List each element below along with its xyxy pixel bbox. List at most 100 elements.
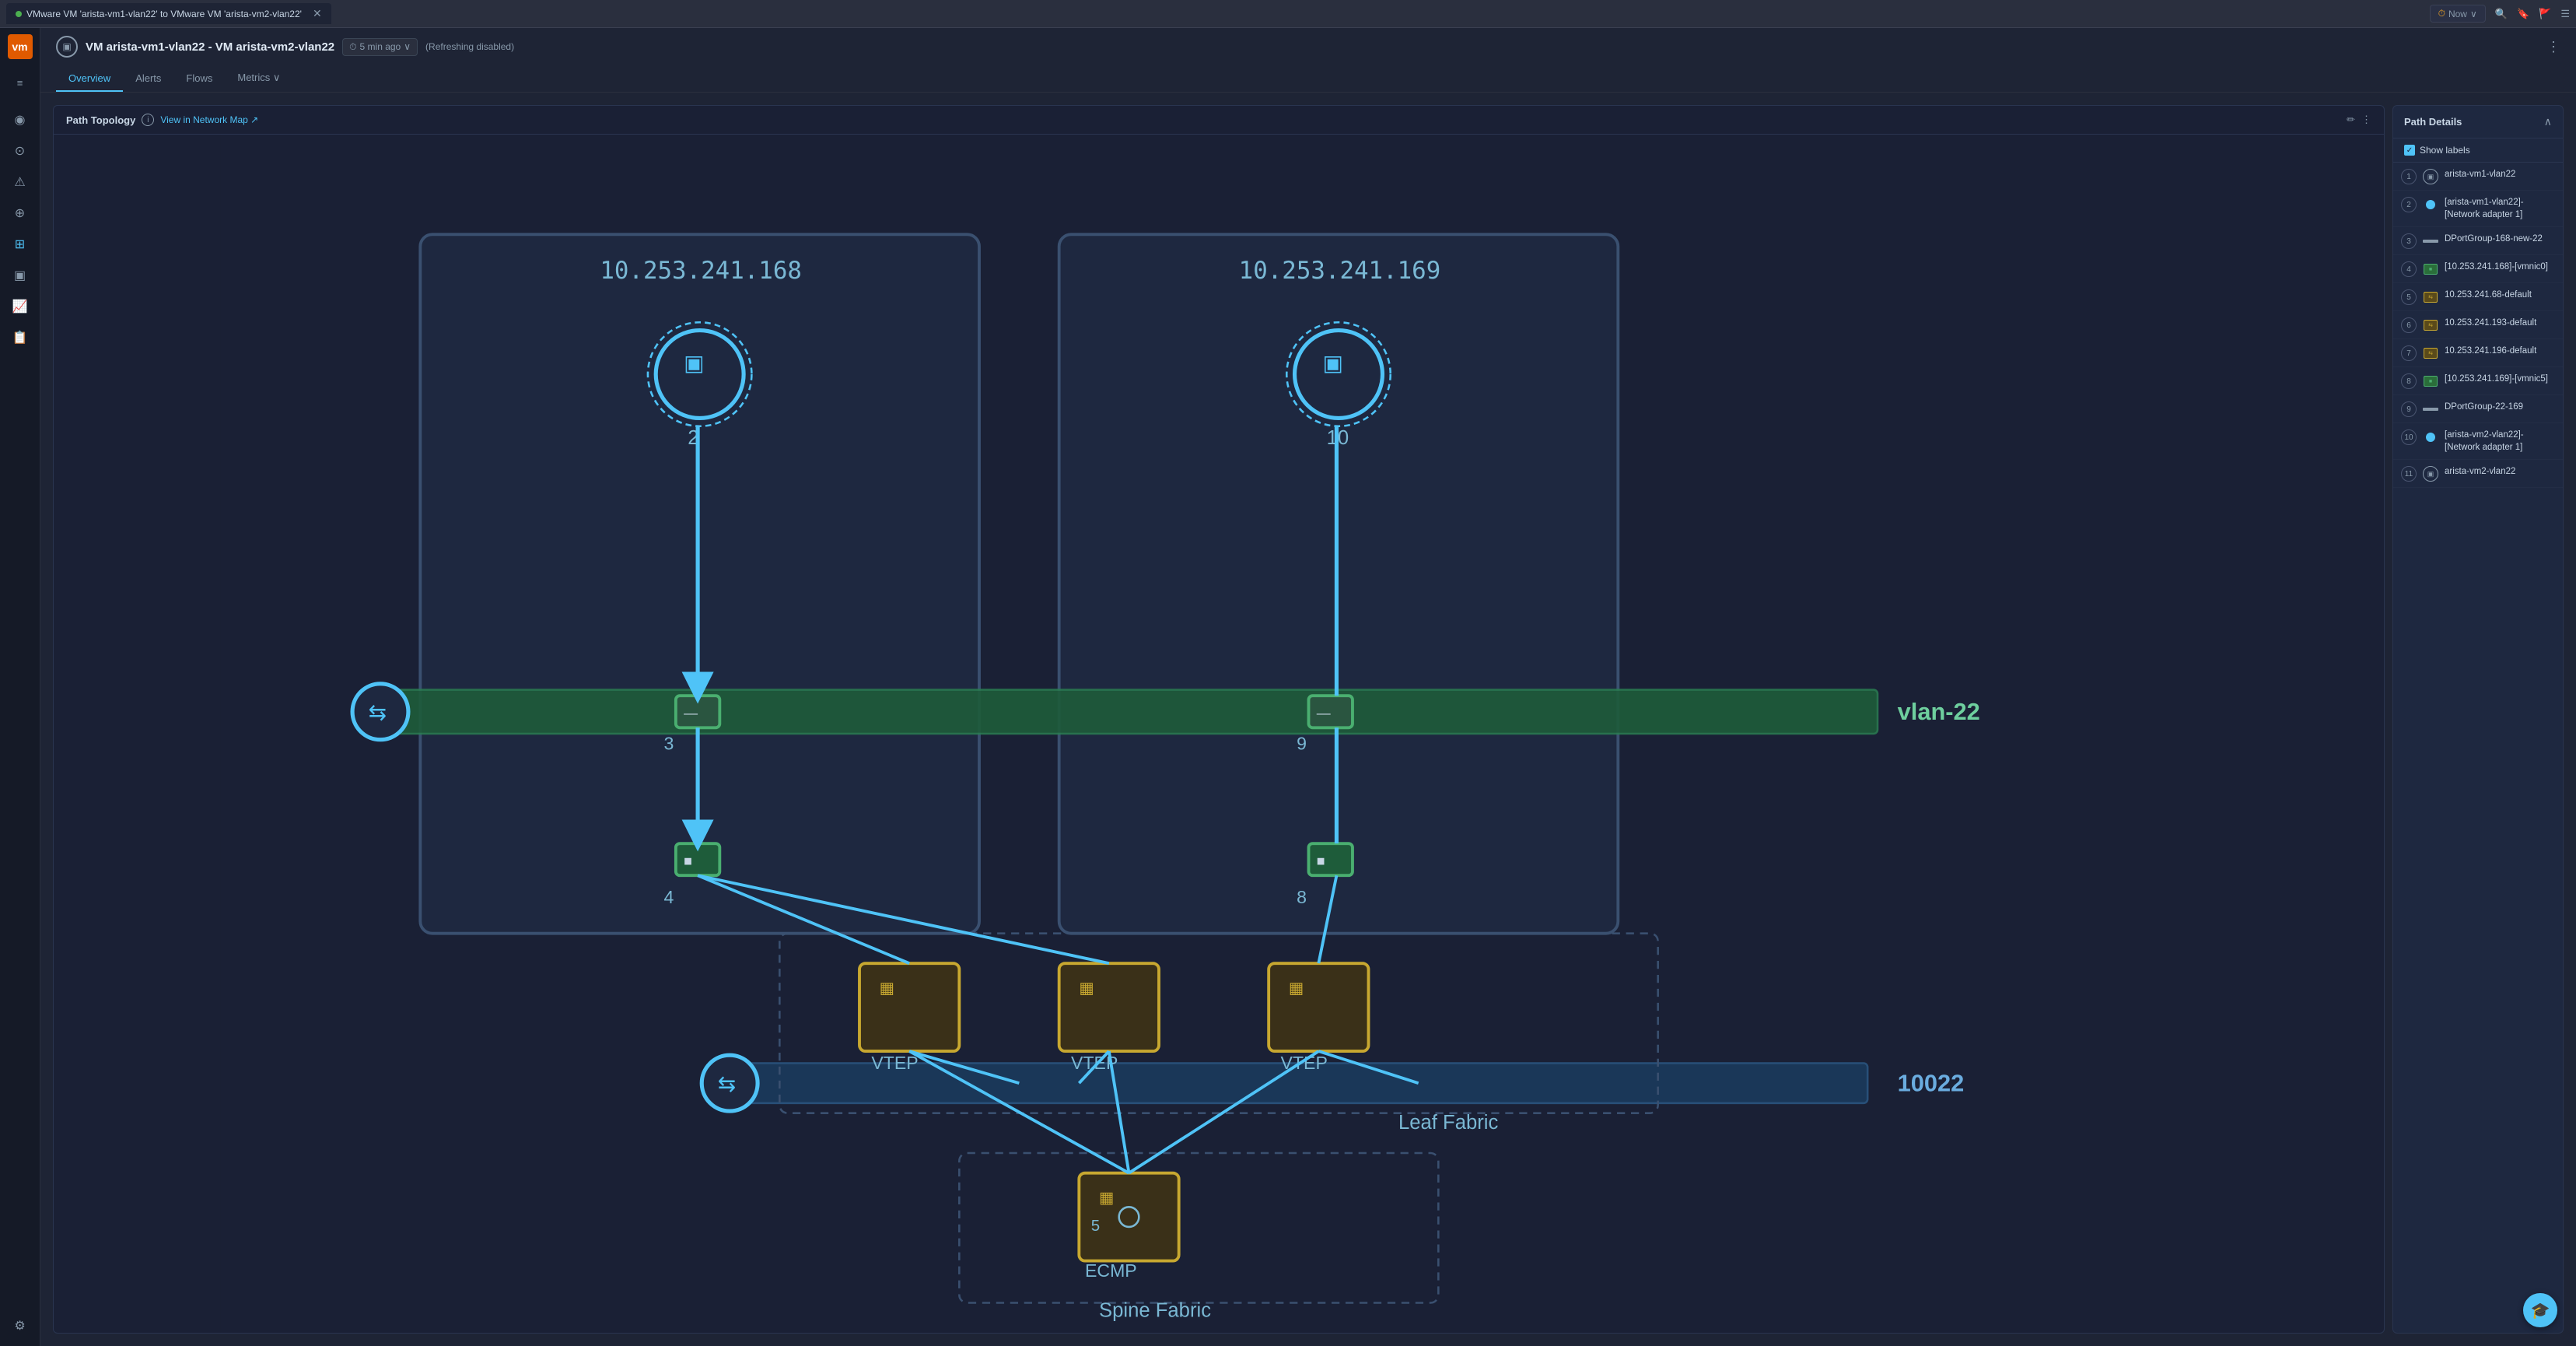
svg-text:Leaf Fabric: Leaf Fabric xyxy=(1398,1112,1499,1134)
path-item[interactable]: 4 ■ [10.253.241.168]-[vmnic0] xyxy=(2393,255,2563,283)
switch-icon: ⇆ xyxy=(2423,317,2438,333)
time-badge[interactable]: ⏱ 5 min ago ∨ xyxy=(342,38,418,56)
menu-icon[interactable]: ☰ xyxy=(2560,8,2570,20)
path-item[interactable]: 9 DPortGroup-22-169 xyxy=(2393,395,2563,423)
svg-text:▦: ▦ xyxy=(1099,1189,1114,1207)
sidebar-item-virtual[interactable]: ▣ xyxy=(6,261,34,289)
switch-icon: ⇆ xyxy=(2423,345,2438,361)
svg-text:10.253.241.168: 10.253.241.168 xyxy=(600,257,802,285)
path-item-number: 9 xyxy=(2401,401,2417,417)
svg-text:■: ■ xyxy=(1317,853,1325,868)
path-item[interactable]: 11 ▣ arista-vm2-vlan22 xyxy=(2393,460,2563,488)
path-item[interactable]: 10 [arista-vm2-vlan22]-[Network adapter … xyxy=(2393,423,2563,460)
path-item[interactable]: 8 ■ [10.253.241.169]-[vmnic5] xyxy=(2393,367,2563,395)
vmnic-icon: ■ xyxy=(2423,261,2438,277)
sidebar-item-alerts[interactable]: ⊙ xyxy=(6,137,34,165)
path-item-label: [arista-vm1-vlan22]-[Network adapter 1] xyxy=(2445,196,2555,221)
header-more-button[interactable]: ⋮ xyxy=(2546,39,2560,55)
path-item-label: [arista-vm2-vlan22]-[Network adapter 1] xyxy=(2445,429,2555,454)
sidebar-item-analytics[interactable]: 📈 xyxy=(6,293,34,321)
svg-text:ECMP: ECMP xyxy=(1085,1260,1137,1281)
svg-text:vlan-22: vlan-22 xyxy=(1898,698,1980,725)
path-item-label: arista-vm1-vlan22 xyxy=(2445,168,2515,181)
tab-status-dot xyxy=(16,11,22,17)
sidebar-item-network[interactable]: ⊕ xyxy=(6,199,34,227)
path-item-number: 10 xyxy=(2401,429,2417,445)
path-details-header: Path Details ∧ xyxy=(2393,106,2563,138)
panel-header: Path Topology i View in Network Map ↗ ✏ … xyxy=(54,106,2384,135)
sidebar-item-dashboard[interactable]: ◉ xyxy=(6,106,34,134)
svg-text:▣: ▣ xyxy=(684,350,705,375)
alert-icon: ⏱ xyxy=(2438,8,2445,19)
svg-text:5: 5 xyxy=(1091,1217,1100,1235)
path-details-title: Path Details xyxy=(2404,116,2462,128)
path-item[interactable]: 1 ▣ arista-vm1-vlan22 xyxy=(2393,163,2563,191)
svg-text:—: — xyxy=(684,705,698,720)
tab-overview[interactable]: Overview xyxy=(56,65,123,92)
collapse-button[interactable]: ∧ xyxy=(2544,115,2552,128)
tab-close-button[interactable]: ✕ xyxy=(313,7,322,20)
tab-label: VMware VM 'arista-vm1-vlan22' to VMware … xyxy=(26,9,302,19)
port-group-icon xyxy=(2423,233,2438,249)
panel-actions: ✏ ⋮ xyxy=(2347,114,2371,126)
svg-text:—: — xyxy=(1317,705,1331,720)
path-item-number: 7 xyxy=(2401,345,2417,361)
sidebar-item-topology[interactable]: ⊞ xyxy=(6,230,34,258)
svg-text:▦: ▦ xyxy=(1289,980,1304,997)
svg-text:8: 8 xyxy=(1297,887,1307,907)
path-item-label: 10.253.241.196-default xyxy=(2445,345,2536,357)
sidebar-item-reports[interactable]: 📋 xyxy=(6,324,34,352)
flag-icon[interactable]: 🚩 xyxy=(2539,8,2551,20)
page-header: ▣ VM arista-vm1-vlan22 - VM arista-vm2-v… xyxy=(40,28,2576,93)
vm-icon: ▣ xyxy=(2423,169,2438,184)
path-item-number: 8 xyxy=(2401,373,2417,389)
path-item[interactable]: 3 DPortGroup-168-new-22 xyxy=(2393,227,2563,255)
path-item[interactable]: 6 ⇆ 10.253.241.193-default xyxy=(2393,311,2563,339)
vm-icon: ▣ xyxy=(56,36,78,58)
network-map-link[interactable]: View in Network Map ↗ xyxy=(160,114,258,125)
content-area: Path Topology i View in Network Map ↗ ✏ … xyxy=(40,93,2576,1346)
edit-icon[interactable]: ✏ xyxy=(2347,114,2355,126)
time-ago-label: 5 min ago xyxy=(360,41,401,52)
show-labels-checkbox[interactable]: ✓ xyxy=(2404,145,2415,156)
search-icon[interactable]: 🔍 xyxy=(2495,8,2508,20)
info-icon[interactable]: i xyxy=(142,114,154,126)
app-logo: vm xyxy=(8,34,33,59)
browser-tab[interactable]: VMware VM 'arista-vm1-vlan22' to VMware … xyxy=(6,3,331,24)
vmnic-icon: ■ xyxy=(2423,373,2438,389)
app-layout: vm ≡ ◉ ⊙ ⚠ ⊕ ⊞ ▣ 📈 📋 ⚙ ▣ VM arista-vm1-v… xyxy=(0,28,2576,1346)
sidebar-item-warnings[interactable]: ⚠ xyxy=(6,168,34,196)
page-title: VM arista-vm1-vlan22 - VM arista-vm2-vla… xyxy=(86,40,334,54)
svg-text:▣: ▣ xyxy=(1322,350,1343,375)
tab-metrics[interactable]: Metrics ∨ xyxy=(225,65,292,92)
path-item[interactable]: 5 ⇆ 10.253.241.68-default xyxy=(2393,283,2563,311)
tab-flows[interactable]: Flows xyxy=(173,65,225,92)
path-item-label: 10.253.241.193-default xyxy=(2445,317,2536,329)
path-item-label: [10.253.241.169]-[vmnic5] xyxy=(2445,373,2548,385)
svg-text:▦: ▦ xyxy=(1079,980,1094,997)
topology-panel: Path Topology i View in Network Map ↗ ✏ … xyxy=(53,105,2385,1334)
panel-more-icon[interactable]: ⋮ xyxy=(2361,114,2371,126)
svg-text:10022: 10022 xyxy=(1898,1069,1965,1096)
tab-alerts[interactable]: Alerts xyxy=(123,65,173,92)
path-item[interactable]: 2 [arista-vm1-vlan22]-[Network adapter 1… xyxy=(2393,191,2563,227)
svg-text:10.253.241.169: 10.253.241.169 xyxy=(1239,257,1441,285)
path-item-number: 1 xyxy=(2401,169,2417,184)
svg-text:VTEP: VTEP xyxy=(871,1053,918,1073)
sidebar-item-settings[interactable]: ⚙ xyxy=(6,1312,34,1340)
path-item-label: [10.253.241.168]-[vmnic0] xyxy=(2445,261,2548,273)
path-item-number: 2 xyxy=(2401,197,2417,212)
svg-text:▦: ▦ xyxy=(880,980,894,997)
svg-text:3: 3 xyxy=(663,734,674,754)
sidebar: vm ≡ ◉ ⊙ ⚠ ⊕ ⊞ ▣ 📈 📋 ⚙ xyxy=(0,28,40,1346)
svg-text:⇆: ⇆ xyxy=(718,1071,737,1095)
bookmark-icon[interactable]: 🔖 xyxy=(2517,8,2529,20)
help-button[interactable]: 🎓 xyxy=(2523,1293,2557,1327)
now-button[interactable]: ⏱ Now ∨ xyxy=(2430,5,2486,23)
path-item-number: 6 xyxy=(2401,317,2417,333)
path-item-label: 10.253.241.68-default xyxy=(2445,289,2532,301)
path-item[interactable]: 7 ⇆ 10.253.241.196-default xyxy=(2393,339,2563,367)
sidebar-expand-button[interactable]: ≡ xyxy=(6,68,34,96)
port-group-icon xyxy=(2423,401,2438,417)
path-item-label: arista-vm2-vlan22 xyxy=(2445,465,2515,478)
